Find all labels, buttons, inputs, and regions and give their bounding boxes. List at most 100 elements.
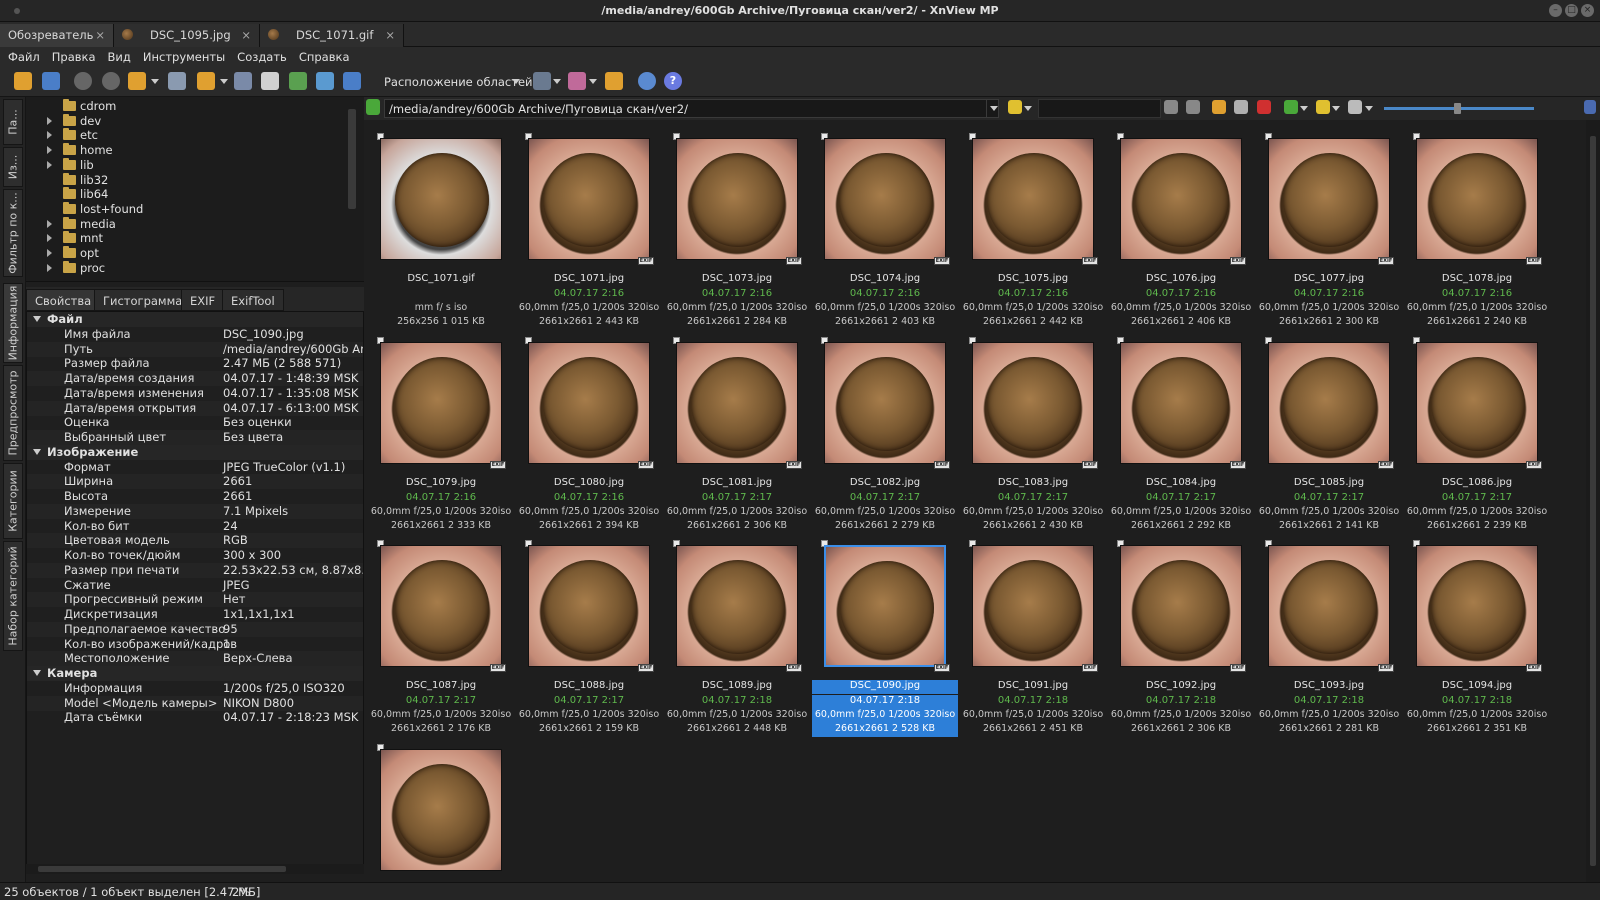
thumbnail-item[interactable]: EXIF DSC_1080.jpg 04.07.17 2:16 60,0mm f/25… [516, 328, 662, 531]
expand-arrow-icon[interactable] [47, 249, 52, 257]
chevron-down-icon[interactable] [589, 79, 597, 84]
layout-menu-label[interactable]: Расположение областей [384, 75, 533, 89]
tab-info[interactable]: Информация [3, 283, 23, 363]
help-icon[interactable]: ? [664, 72, 682, 90]
collapse-arrow-icon[interactable] [33, 448, 41, 455]
thumbnail-item[interactable]: EXIF DSC_1085.jpg 04.07.17 2:17 60,0mm f/25… [1256, 328, 1402, 531]
thumbnail-item[interactable]: EXIF DSC_1091.jpg 04.07.17 2:18 60,0mm f/25… [960, 531, 1106, 734]
thumbnail-item[interactable]: EXIF DSC_1089.jpg 04.07.17 2:18 60,0mm f/25… [664, 531, 810, 734]
thumbnail-item[interactable]: DSC_1071.gif mm f/ s iso 256x256 1 015 KB [368, 124, 514, 327]
button-photo-thumbnail[interactable] [528, 138, 650, 260]
chevron-down-icon[interactable] [1300, 106, 1308, 111]
button-photo-thumbnail[interactable] [676, 138, 798, 260]
maximize-button[interactable]: □ [1565, 4, 1578, 17]
thumbnail-item[interactable]: EXIF DSC_1084.jpg 04.07.17 2:17 60,0mm f/25… [1108, 328, 1254, 531]
button-photo-thumbnail[interactable] [972, 138, 1094, 260]
thumbnail-item[interactable]: EXIF DSC_1090.jpg 04.07.17 2:18 60,0mm f/25… [812, 531, 958, 737]
chevron-down-icon[interactable] [1365, 106, 1373, 111]
thumbnail-item[interactable]: EXIF DSC_1077.jpg 04.07.17 2:16 60,0mm f/25… [1256, 124, 1402, 327]
chevron-down-icon[interactable] [220, 79, 228, 84]
open-icon[interactable] [14, 72, 32, 90]
close-tab-icon[interactable]: × [95, 28, 105, 42]
tab-dsc-1095[interactable]: DSC_1095.jpg × [114, 24, 260, 47]
tab-category-sets[interactable]: Набор категорий [3, 541, 23, 651]
tab-dsc-1071[interactable]: DSC_1071.gif × [260, 24, 404, 47]
button-photo-thumbnail[interactable] [1120, 138, 1242, 260]
grid-options-icon[interactable] [1584, 100, 1596, 114]
thumbnail-item[interactable]: EXIF DSC_1074.jpg 04.07.17 2:16 60,0mm f/25… [812, 124, 958, 327]
tab-properties[interactable]: Свойства [26, 289, 101, 311]
thumbnail-item[interactable]: EXIF DSC_1078.jpg 04.07.17 2:16 60,0mm f/25… [1404, 124, 1550, 327]
thumbnail-item[interactable]: EXIF DSC_1087.jpg 04.07.17 2:17 60,0mm f/25… [368, 531, 514, 734]
delete-icon[interactable] [1257, 100, 1271, 114]
convert-icon[interactable] [289, 72, 307, 90]
button-photo-thumbnail[interactable] [1120, 341, 1242, 464]
expand-arrow-icon[interactable] [47, 234, 52, 243]
chevron-down-icon[interactable] [151, 79, 159, 84]
close-window-button[interactable]: × [1581, 4, 1594, 17]
folder-tree-icon[interactable] [605, 72, 623, 90]
collapse-arrow-icon[interactable] [33, 670, 41, 676]
sort-icon[interactable] [1284, 100, 1298, 114]
grid-scrollbar[interactable] [1586, 120, 1600, 882]
button-photo-thumbnail[interactable] [380, 341, 502, 464]
tab-exif[interactable]: EXIF [181, 289, 225, 311]
tab-browser[interactable]: Обозреватель × [0, 24, 114, 47]
chevron-down-icon[interactable] [553, 79, 561, 84]
menu-create[interactable]: Создать [233, 47, 291, 64]
expand-arrow-icon[interactable] [47, 219, 52, 228]
menu-edit[interactable]: Правка [48, 47, 100, 64]
thumbnail-item[interactable]: EXIF DSC_1071.jpg 04.07.17 2:16 60,0mm f/25… [516, 124, 662, 327]
button-photo-thumbnail[interactable] [824, 545, 946, 667]
compare-icon[interactable] [168, 72, 186, 90]
property-section[interactable]: Камера [27, 666, 363, 681]
thumbnail-item[interactable]: EXIF DSC_1092.jpg 04.07.17 2:18 60,0mm f/25… [1108, 531, 1254, 734]
edit-icon[interactable] [1234, 100, 1248, 114]
view-mode-icon[interactable] [568, 72, 586, 90]
close-tab-icon[interactable]: × [385, 28, 395, 42]
move-to-icon[interactable] [128, 72, 146, 90]
tab-places[interactable]: Па... [3, 99, 23, 145]
tree-item[interactable]: home [26, 143, 346, 158]
button-photo-thumbnail[interactable] [528, 341, 650, 464]
folder-icon[interactable] [1212, 100, 1226, 114]
minimize-button[interactable]: – [1549, 4, 1562, 17]
button-photo-thumbnail[interactable] [676, 545, 798, 667]
tree-item[interactable]: lost+found [26, 201, 346, 217]
chevron-down-icon[interactable] [1332, 106, 1340, 111]
thumbnail-item[interactable]: EXIF DSC_1088.jpg 04.07.17 2:17 60,0mm f/25… [516, 531, 662, 734]
layout-icon[interactable] [533, 72, 551, 90]
thumbnail-item[interactable]: EXIF DSC_1082.jpg 04.07.17 2:17 60,0mm f/25… [812, 328, 958, 531]
button-photo-thumbnail[interactable] [1268, 545, 1390, 667]
thumbnail-item[interactable]: EXIF DSC_1081.jpg 04.07.17 2:17 60,0mm f/25… [664, 328, 810, 531]
button-photo-thumbnail[interactable] [380, 748, 502, 871]
tab-categories[interactable]: Категории [3, 463, 23, 539]
thumbnail-item[interactable]: EXIF DSC_1073.jpg 04.07.17 2:16 60,0mm f/25… [664, 124, 810, 327]
tree-item[interactable]: lib64 [26, 187, 346, 202]
button-photo-thumbnail[interactable] [676, 341, 798, 464]
rotate-left-icon[interactable] [74, 72, 92, 90]
slideshow-icon[interactable] [316, 72, 334, 90]
button-photo-thumbnail[interactable] [380, 138, 502, 260]
button-photo-thumbnail[interactable] [972, 341, 1094, 464]
fullscreen-icon[interactable] [42, 72, 60, 90]
button-photo-thumbnail[interactable] [1416, 341, 1538, 464]
button-photo-thumbnail[interactable] [972, 545, 1094, 667]
property-section[interactable]: Файл [27, 312, 363, 327]
button-photo-thumbnail[interactable] [1268, 138, 1390, 260]
copy-to-icon[interactable] [197, 72, 215, 90]
rotate-right-icon[interactable] [102, 72, 120, 90]
screen-capture-icon[interactable] [343, 72, 361, 90]
thumbnail-item[interactable]: EXIF DSC_1086.jpg 04.07.17 2:17 60,0mm f/25… [1404, 328, 1550, 531]
button-photo-thumbnail[interactable] [1120, 545, 1242, 667]
thumbnail-item[interactable]: EXIF DSC_1083.jpg 04.07.17 2:17 60,0mm f/25… [960, 328, 1106, 531]
close-tab-icon[interactable]: × [241, 28, 251, 42]
expand-arrow-icon[interactable] [47, 160, 52, 169]
tree-item[interactable]: media [26, 216, 346, 232]
tree-item[interactable]: etc [26, 128, 346, 143]
tab-histogram[interactable]: Гистограмма [94, 289, 192, 311]
chevron-down-icon[interactable] [512, 79, 520, 84]
thumbnail-item[interactable] [368, 735, 514, 875]
expand-arrow-icon[interactable] [47, 263, 52, 272]
thumbnail-item[interactable]: EXIF DSC_1079.jpg 04.07.17 2:16 60,0mm f/25… [368, 328, 514, 531]
